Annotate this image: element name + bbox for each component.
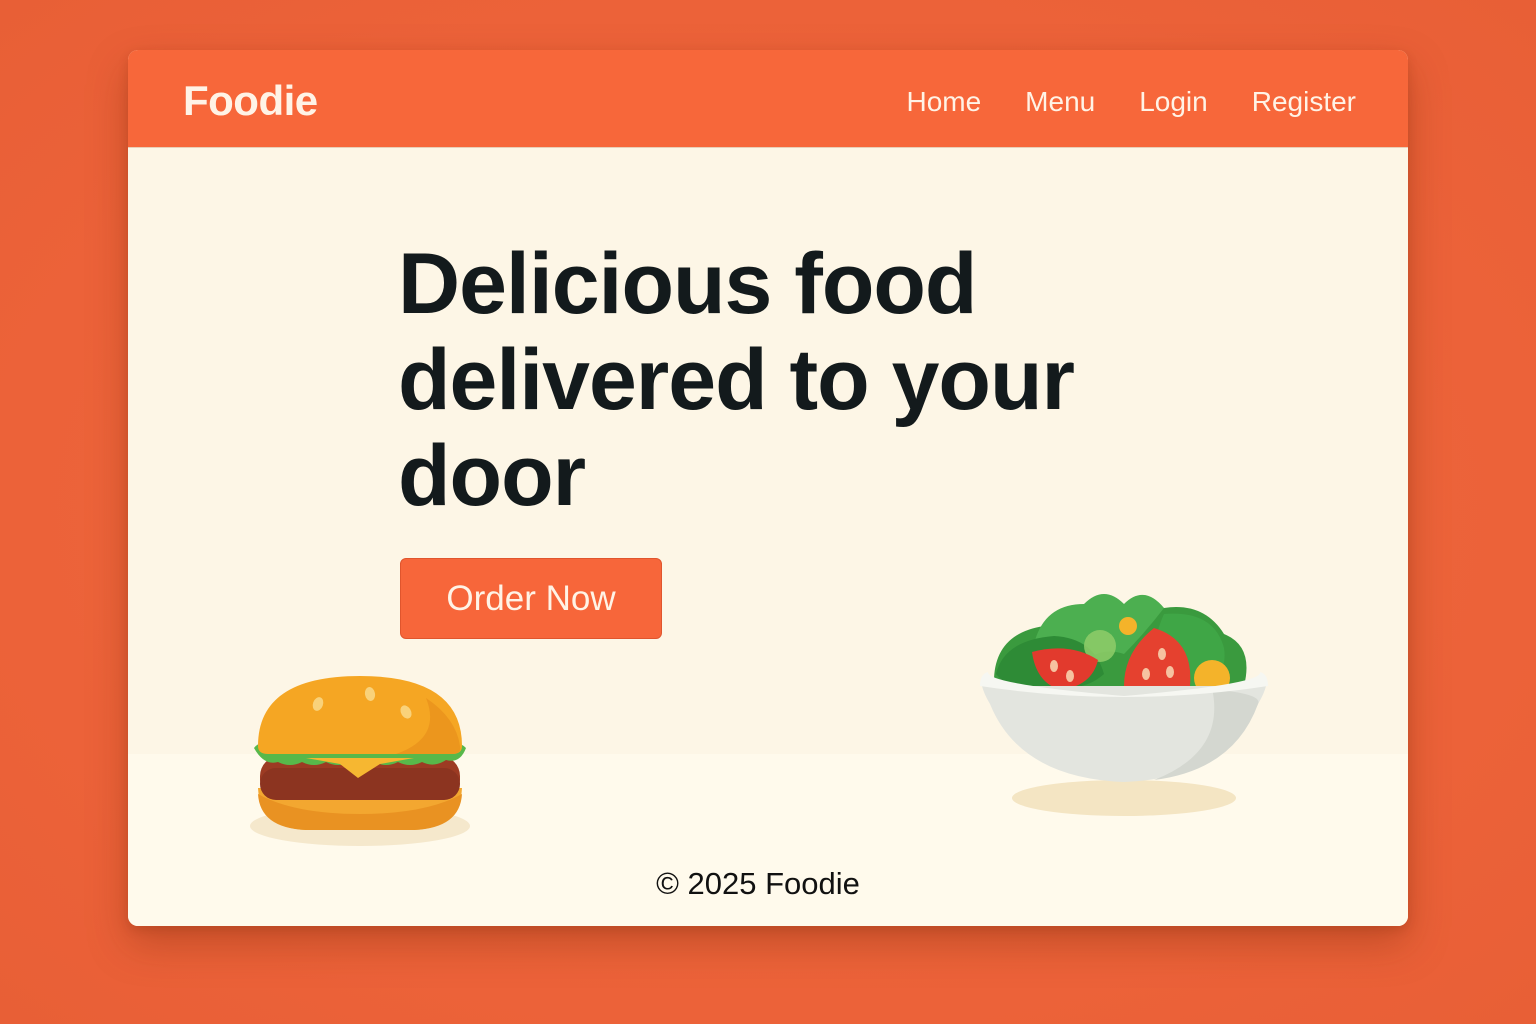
nav-link-register[interactable]: Register xyxy=(1252,84,1356,120)
salad-bowl-icon xyxy=(980,594,1268,816)
burger-icon xyxy=(250,676,470,846)
nav-link-menu[interactable]: Menu xyxy=(1025,84,1095,120)
nav-links: Home Menu Login Register xyxy=(862,84,1356,120)
footer-copyright: © 2025 Foodie xyxy=(656,866,860,901)
navbar: Foodie Home Menu Login Register xyxy=(128,50,1408,148)
order-now-button[interactable]: Order Now xyxy=(400,558,662,639)
browser-window: Foodie Home Menu Login Register Deliciou… xyxy=(128,50,1408,926)
page-background: Foodie Home Menu Login Register Deliciou… xyxy=(0,0,1536,1024)
nav-link-login[interactable]: Login xyxy=(1139,84,1208,120)
brand-logo[interactable]: Foodie xyxy=(183,76,318,126)
hero-headline: Delicious food delivered to your door xyxy=(398,236,1075,524)
nav-link-home[interactable]: Home xyxy=(906,84,981,120)
